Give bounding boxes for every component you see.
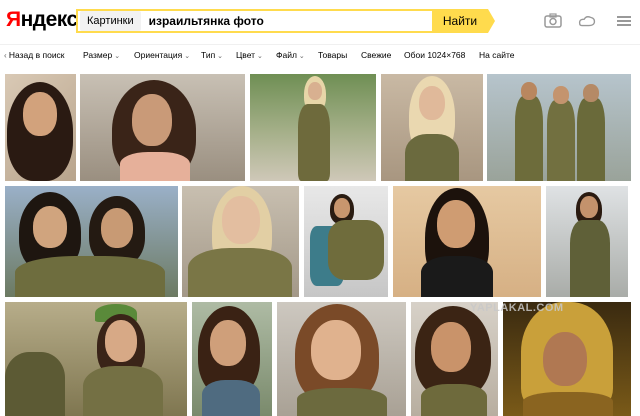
image-thumbnail[interactable]: [5, 302, 187, 416]
menu-icon[interactable]: [614, 11, 634, 31]
image-thumbnail[interactable]: [381, 74, 483, 181]
filter-orientation[interactable]: Ориентация ⌄: [134, 50, 190, 60]
filter-wallpapers[interactable]: Обои 1024×768: [404, 50, 465, 60]
search-box[interactable]: Картинки израильтянка фото ✕: [76, 9, 488, 33]
chevron-down-icon: ⌄: [114, 53, 121, 60]
back-to-search-link[interactable]: ‹ Назад в поиск: [4, 50, 65, 60]
image-thumbnail[interactable]: [250, 74, 376, 181]
image-thumbnail[interactable]: [182, 186, 299, 297]
image-thumbnail[interactable]: [277, 302, 406, 416]
camera-icon[interactable]: [543, 11, 563, 31]
image-thumbnail[interactable]: [304, 186, 388, 297]
image-grid: [0, 74, 640, 416]
filter-size[interactable]: Размер ⌄: [83, 50, 120, 60]
chevron-down-icon: ⌄: [217, 53, 224, 60]
chevron-down-icon: ⌄: [298, 53, 305, 60]
header: Яндекс Картинки израильтянка фото ✕ Найт…: [0, 0, 640, 42]
cloud-icon[interactable]: [577, 11, 597, 31]
image-thumbnail[interactable]: [393, 186, 541, 297]
filter-type[interactable]: Тип ⌄: [201, 50, 223, 60]
image-thumbnail[interactable]: [5, 186, 178, 297]
yandex-logo[interactable]: Яндекс: [6, 8, 78, 32]
chevron-down-icon: ⌄: [257, 53, 263, 60]
filter-file[interactable]: Файл ⌄: [276, 50, 305, 60]
watermark: YAPLAKAL.COM: [470, 302, 564, 314]
search-input[interactable]: израильтянка фото: [149, 14, 466, 28]
image-thumbnail[interactable]: [192, 302, 272, 416]
filter-on-site[interactable]: На сайте: [479, 50, 514, 60]
chevron-down-icon: ⌄: [184, 53, 191, 60]
filter-fresh[interactable]: Свежие: [361, 50, 391, 60]
image-thumbnail[interactable]: [411, 302, 498, 416]
image-thumbnail[interactable]: [80, 74, 245, 181]
search-button[interactable]: Найти: [432, 9, 495, 33]
filter-color[interactable]: Цвет ⌄: [236, 50, 263, 60]
filter-products[interactable]: Товары: [318, 50, 347, 60]
image-thumbnail[interactable]: [503, 302, 631, 416]
filter-bar: ‹ Назад в поиск Размер ⌄ Ориентация ⌄ Тип ⌄…: [0, 44, 640, 64]
image-thumbnail[interactable]: [546, 186, 628, 297]
service-tab-images[interactable]: Картинки: [80, 11, 141, 31]
image-thumbnail[interactable]: [487, 74, 631, 181]
image-thumbnail[interactable]: [5, 74, 76, 181]
